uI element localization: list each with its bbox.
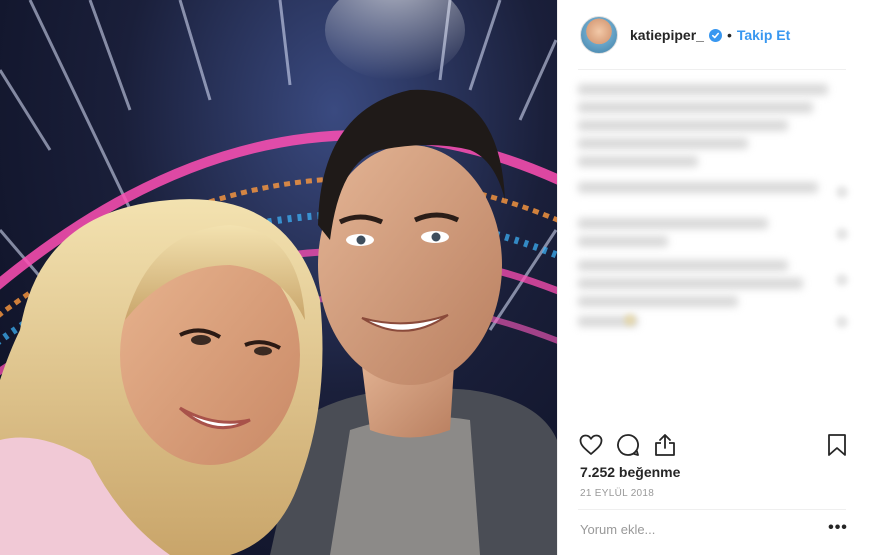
follow-button[interactable]: Takip Et (737, 27, 790, 43)
heart-icon[interactable] (578, 432, 604, 458)
bookmark-icon[interactable] (824, 432, 850, 458)
post-header: katiepiper_ • Takip Et (558, 0, 869, 70)
comment-divider (578, 509, 846, 510)
verified-badge-icon (708, 28, 722, 42)
likes-count[interactable]: 7.252 beğenme (580, 464, 680, 480)
more-options-icon[interactable]: ••• (828, 520, 848, 540)
avatar[interactable] (580, 16, 618, 54)
selfie-photo-image (0, 0, 557, 555)
comment-bubble-icon[interactable] (615, 432, 641, 458)
header-divider (578, 69, 846, 70)
username-link[interactable]: katiepiper_ (630, 27, 704, 43)
post-side-panel: katiepiper_ • Takip Et 7.252 beğenme 21 … (557, 0, 869, 555)
action-bar (578, 432, 848, 458)
separator-dot: • (726, 27, 732, 43)
post-photo[interactable] (0, 0, 557, 555)
blurred-comments-area (578, 78, 848, 408)
share-icon[interactable] (652, 432, 678, 458)
comment-input[interactable]: Yorum ekle... (580, 522, 800, 537)
post-date[interactable]: 21 EYLÜL 2018 (580, 488, 654, 499)
